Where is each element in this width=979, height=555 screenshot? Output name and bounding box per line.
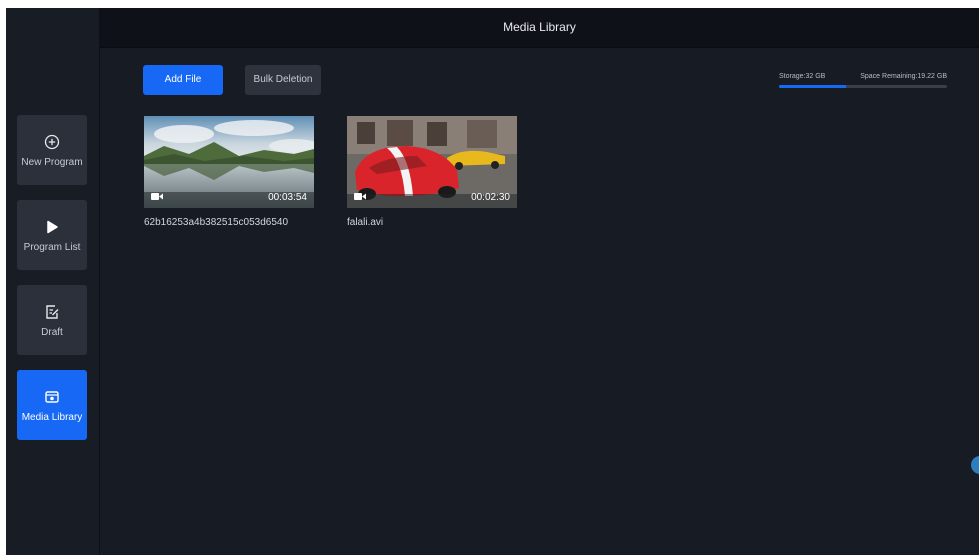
storage-progress-bar <box>779 85 947 88</box>
storage-progress-fill <box>779 85 847 88</box>
play-icon <box>47 220 58 234</box>
sidebar: New Program Program List Draft Media Lib… <box>6 8 100 555</box>
plus-circle-icon <box>44 134 60 150</box>
sidebar-item-media-library[interactable]: Media Library <box>17 370 87 440</box>
media-filename: 62b16253a4b382515c053d6540 <box>144 217 289 228</box>
sidebar-item-draft[interactable]: Draft <box>17 285 87 355</box>
app-window: New Program Program List Draft Media Lib… <box>6 8 979 555</box>
sidebar-item-label: New Program <box>21 157 83 168</box>
media-item[interactable]: 00:02:30 falali.avi <box>347 116 517 228</box>
bulk-deletion-button[interactable]: Bulk Deletion <box>245 65 321 95</box>
video-camera-icon <box>354 193 366 200</box>
page-title: Media Library <box>503 20 576 34</box>
media-duration: 00:03:54 <box>268 192 307 203</box>
edit-document-icon <box>46 305 59 319</box>
storage-indicator: Storage:32 GB Space Remaining:19.22 GB <box>779 73 947 88</box>
add-file-button[interactable]: Add File <box>143 65 223 95</box>
sidebar-item-label: Program List <box>23 242 81 253</box>
media-duration: 00:02:30 <box>471 192 510 203</box>
main-content: Add File Bulk Deletion Storage:32 GB Spa… <box>100 48 979 555</box>
sidebar-item-label: Media Library <box>21 412 83 423</box>
sidebar-item-label: Draft <box>41 327 63 338</box>
media-library-icon <box>45 391 59 403</box>
media-thumbnail[interactable]: 00:03:54 <box>144 116 314 208</box>
media-item[interactable]: 00:03:54 62b16253a4b382515c053d6540 <box>144 116 314 228</box>
title-bar: Media Library <box>100 8 979 48</box>
sidebar-item-new-program[interactable]: New Program <box>17 115 87 185</box>
sidebar-item-program-list[interactable]: Program List <box>17 200 87 270</box>
storage-total-label: Storage:32 GB <box>779 73 826 80</box>
media-filename: falali.avi <box>347 217 384 228</box>
storage-remaining-label: Space Remaining:19.22 GB <box>860 73 947 80</box>
media-thumbnail[interactable]: 00:02:30 <box>347 116 517 208</box>
video-camera-icon <box>151 193 163 200</box>
